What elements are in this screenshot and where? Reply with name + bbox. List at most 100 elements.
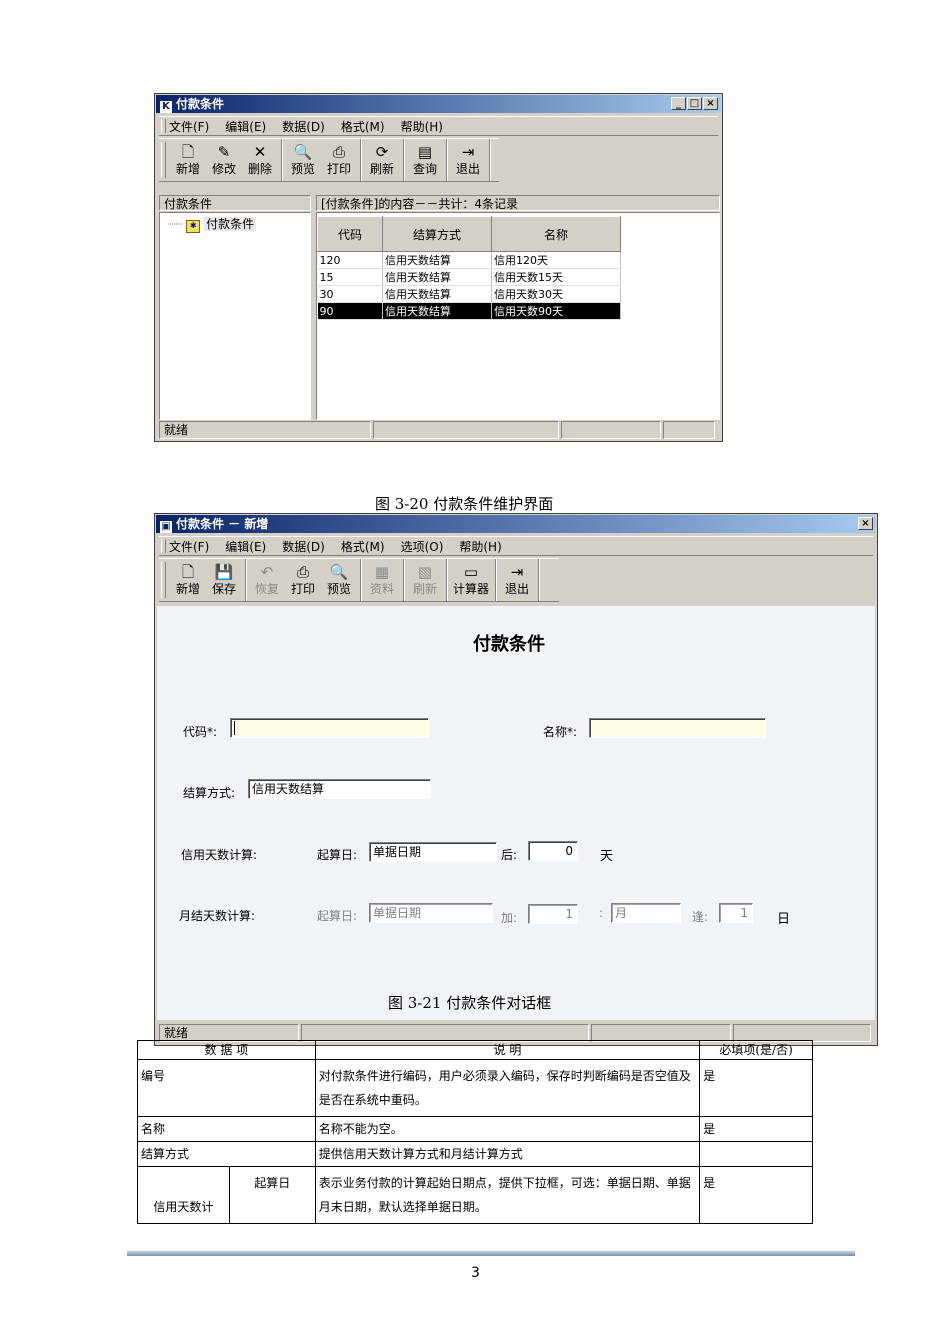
status-text: 就绪	[159, 421, 371, 439]
grid-column-header[interactable]: 结算方式	[382, 216, 492, 252]
month-unit-select[interactable]: 月	[611, 903, 681, 923]
toolbar-button[interactable]: 💾 保存	[206, 559, 242, 601]
print-icon: ⎙	[332, 143, 345, 161]
toolbar-button-label: 资料	[369, 582, 394, 596]
close-button[interactable]: ×	[703, 97, 718, 110]
menu-item[interactable]: 帮助(H)	[401, 118, 443, 135]
toolbar-button-label: 打印	[290, 582, 315, 596]
grid-cell: 15	[317, 268, 383, 286]
app-icon: ▣	[160, 521, 172, 533]
credit-days-input[interactable]: 0	[528, 841, 578, 861]
grid-cell: 30	[317, 285, 383, 303]
month-reach-label: 逢:	[692, 910, 709, 924]
grid-cell: 信用120天	[491, 251, 621, 269]
menu-item[interactable]: 帮助(H)	[459, 538, 501, 555]
grid-column-header[interactable]: 代码	[317, 216, 383, 252]
toolbar-button-label: 新增	[175, 162, 200, 176]
toolbar-button-label: 修改	[211, 162, 236, 176]
name-input[interactable]	[589, 718, 766, 738]
toolbar: 🗋 新增 ✎ 修改 ✕ 删除 🔍 预览 ⎙ 打印 ⟳ 刷新 ▤ 查询 ⇥ 退出	[159, 138, 499, 182]
table-row[interactable]: 30 信用天数结算 信用天数30天	[317, 285, 621, 303]
tree-item[interactable]: ┈┈ ✱ 付款条件	[168, 215, 257, 233]
preview-icon: 🔍	[329, 563, 349, 581]
credit-start-select[interactable]: 单据日期	[369, 842, 497, 862]
toolbar: 🗋 新增 💾 保存 ↶ 恢复 ⎙ 打印 🔍 预览 ▦ 资料 ▧ 刷新 ▭ 计算器…	[159, 558, 559, 602]
delete-icon: ✕	[253, 143, 267, 161]
month-start-select[interactable]: 单据日期	[369, 903, 493, 923]
table-row: 名称 名称不能为空。 是	[137, 1116, 813, 1142]
menu-item[interactable]: 格式(M)	[341, 538, 385, 555]
menu-item[interactable]: 选项(O)	[401, 538, 444, 555]
grid-cell: 信用天数15天	[491, 268, 621, 286]
toolbar-button-label: 刷新	[412, 582, 437, 596]
toolbar-button[interactable]: 🔍 预览	[321, 559, 357, 601]
table-cell: 名称	[137, 1116, 316, 1142]
toolbar-group: 🗋 新增 💾 保存	[167, 559, 246, 601]
grid-cell: 信用天数结算	[382, 285, 492, 303]
month-reach-input[interactable]: 1	[719, 903, 753, 923]
minimize-button[interactable]: _	[671, 97, 686, 110]
settle-method-select[interactable]: 信用天数结算	[248, 779, 431, 799]
toolbar-button[interactable]: 🗋 新增	[170, 139, 206, 181]
toolbar-button[interactable]: ▭ 计算器	[450, 559, 492, 601]
maximize-button[interactable]: □	[687, 97, 702, 110]
toolbar-button[interactable]: ⇥ 退出	[450, 139, 486, 181]
toolbar-button[interactable]: ▦ 资料	[364, 559, 400, 601]
folder-icon: ✱	[186, 220, 201, 233]
figure-caption: 图 3-21 付款条件对话框	[388, 994, 552, 1012]
refresh-icon: ▧	[417, 563, 433, 581]
figure-caption: 图 3-20 付款条件维护界面	[375, 495, 554, 513]
toolbar-group: ▧ 刷新	[404, 559, 447, 601]
query-icon: ▤	[417, 143, 433, 161]
records-grid: 代码 结算方式 名称 120 信用天数结算 信用120天 15 信用天数结算 信用天数15天 3…	[317, 216, 621, 320]
undo-icon: ↶	[260, 563, 274, 581]
toolbar-group: ↶ 恢复 ⎙ 打印 🔍 预览	[246, 559, 361, 601]
toolbar-button[interactable]: ⎙ 打印	[285, 559, 321, 601]
toolbar-button[interactable]: ▧ 刷新	[407, 559, 443, 601]
toolbar-button[interactable]: ⟳ 刷新	[364, 139, 400, 181]
grid-cell: 信用天数90天	[491, 302, 621, 320]
edit-icon: ✎	[217, 143, 231, 161]
payment-terms-new-dialog: ▣ 付款条件 － 新增 × 文件(F) 编辑(E) 数据(D) 格式(M) 选项(O) 帮助…	[154, 513, 878, 1046]
menu-item[interactable]: 编辑(E)	[225, 538, 266, 555]
toolbar-button[interactable]: ✎ 修改	[206, 139, 242, 181]
toolbar-button[interactable]: ↶ 恢复	[249, 559, 285, 601]
toolbar-group: ▦ 资料	[361, 559, 404, 601]
close-button[interactable]: ×	[858, 517, 873, 530]
toolbar-button[interactable]: ⎙ 打印	[321, 139, 357, 181]
save-icon: 💾	[214, 563, 234, 581]
grid-cell: 120	[317, 251, 383, 269]
menu-item[interactable]: 格式(M)	[341, 118, 385, 135]
form-title: 付款条件	[473, 634, 545, 655]
table-row[interactable]: 90 信用天数结算 信用天数90天	[317, 302, 621, 320]
toolbar-button-label: 查询	[412, 162, 437, 176]
toolbar-button[interactable]: 🔍 预览	[285, 139, 321, 181]
menu-item[interactable]: 文件(F)	[169, 118, 209, 135]
grid-cell: 信用天数结算	[382, 268, 492, 286]
code-input[interactable]: ​	[230, 718, 429, 738]
toolbar-button[interactable]: ⇥ 退出	[499, 559, 535, 601]
grid-column-header[interactable]: 名称	[491, 216, 621, 252]
credit-days-label: 信用天数计算:	[181, 848, 258, 862]
toolbar-button[interactable]: ✕ 删除	[242, 139, 278, 181]
menu-item[interactable]: 文件(F)	[169, 538, 209, 555]
table-row[interactable]: 15 信用天数结算 信用天数15天	[317, 268, 621, 286]
menu-item[interactable]: 数据(D)	[282, 118, 325, 135]
window-titlebar[interactable]: K 付款条件 _ □ ×	[156, 95, 721, 113]
calculator-icon: ▭	[463, 563, 479, 581]
table-row[interactable]: 120 信用天数结算 信用120天	[317, 251, 621, 269]
menu-item[interactable]: 编辑(E)	[225, 118, 266, 135]
table-cell: 提供信用天数计算方式和月结计算方式	[314, 1141, 701, 1167]
dialog-titlebar[interactable]: ▣ 付款条件 － 新增 ×	[156, 515, 876, 533]
table-header: 说 明	[314, 1040, 701, 1060]
tree-view: ┈┈ ✱ 付款条件	[159, 212, 311, 420]
table-cell: 是	[699, 1059, 813, 1117]
menu-item[interactable]: 数据(D)	[282, 538, 325, 555]
info-icon: ▦	[374, 563, 390, 581]
status-segment	[561, 421, 661, 439]
toolbar-button-label: 退出	[505, 582, 530, 596]
table-row: 结算方式 提供信用天数计算方式和月结计算方式	[137, 1141, 813, 1167]
toolbar-button[interactable]: ▤ 查询	[407, 139, 443, 181]
toolbar-button[interactable]: 🗋 新增	[170, 559, 206, 601]
month-add-input[interactable]: 1	[528, 904, 578, 924]
